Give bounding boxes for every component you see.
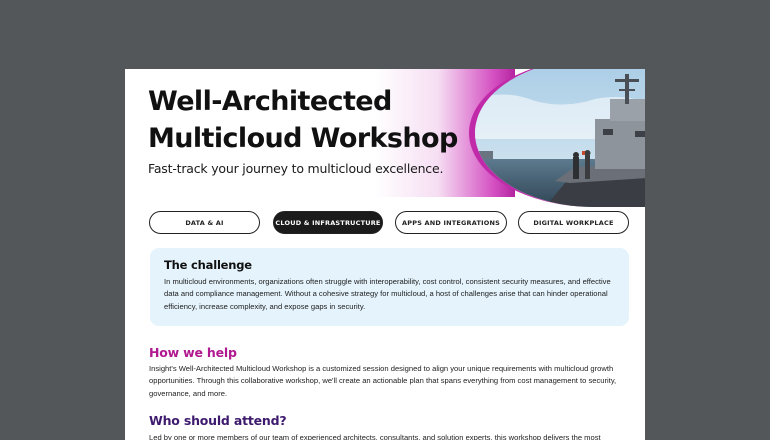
tab-data-ai[interactable]: DATA & AI [149, 211, 260, 234]
tab-cloud-infrastructure[interactable]: CLOUD & INFRASTRUCTURE [273, 211, 383, 234]
who-should-attend-text: Led by one or more members of our team o… [149, 433, 601, 440]
challenge-box: The challenge In multicloud environments… [150, 248, 629, 326]
challenge-text: In multicloud environments, organization… [164, 277, 611, 311]
title-line-1: Well-Architected [148, 86, 392, 117]
how-we-help-text: Insight's Well-Architected Multicloud Wo… [149, 364, 617, 398]
who-should-attend-heading: Who should attend? [149, 413, 287, 428]
page-title: Well-Architected Multicloud Workshop [148, 83, 468, 157]
tab-digital-workplace[interactable]: DIGITAL WORKPLACE [518, 211, 629, 234]
category-tabs: DATA & AI CLOUD & INFRASTRUCTURE APPS AN… [149, 211, 629, 234]
page-subtitle: Fast-track your journey to multicloud ex… [148, 161, 444, 176]
hero-banner: Well-Architected Multicloud Workshop Fas… [125, 69, 645, 207]
document-page: Well-Architected Multicloud Workshop Fas… [125, 69, 645, 440]
how-we-help-heading: How we help [149, 345, 237, 360]
tab-apps-integrations[interactable]: APPS AND INTEGRATIONS [395, 211, 507, 234]
challenge-heading: The challenge [164, 258, 252, 272]
title-line-2: Multicloud Workshop [148, 123, 458, 154]
